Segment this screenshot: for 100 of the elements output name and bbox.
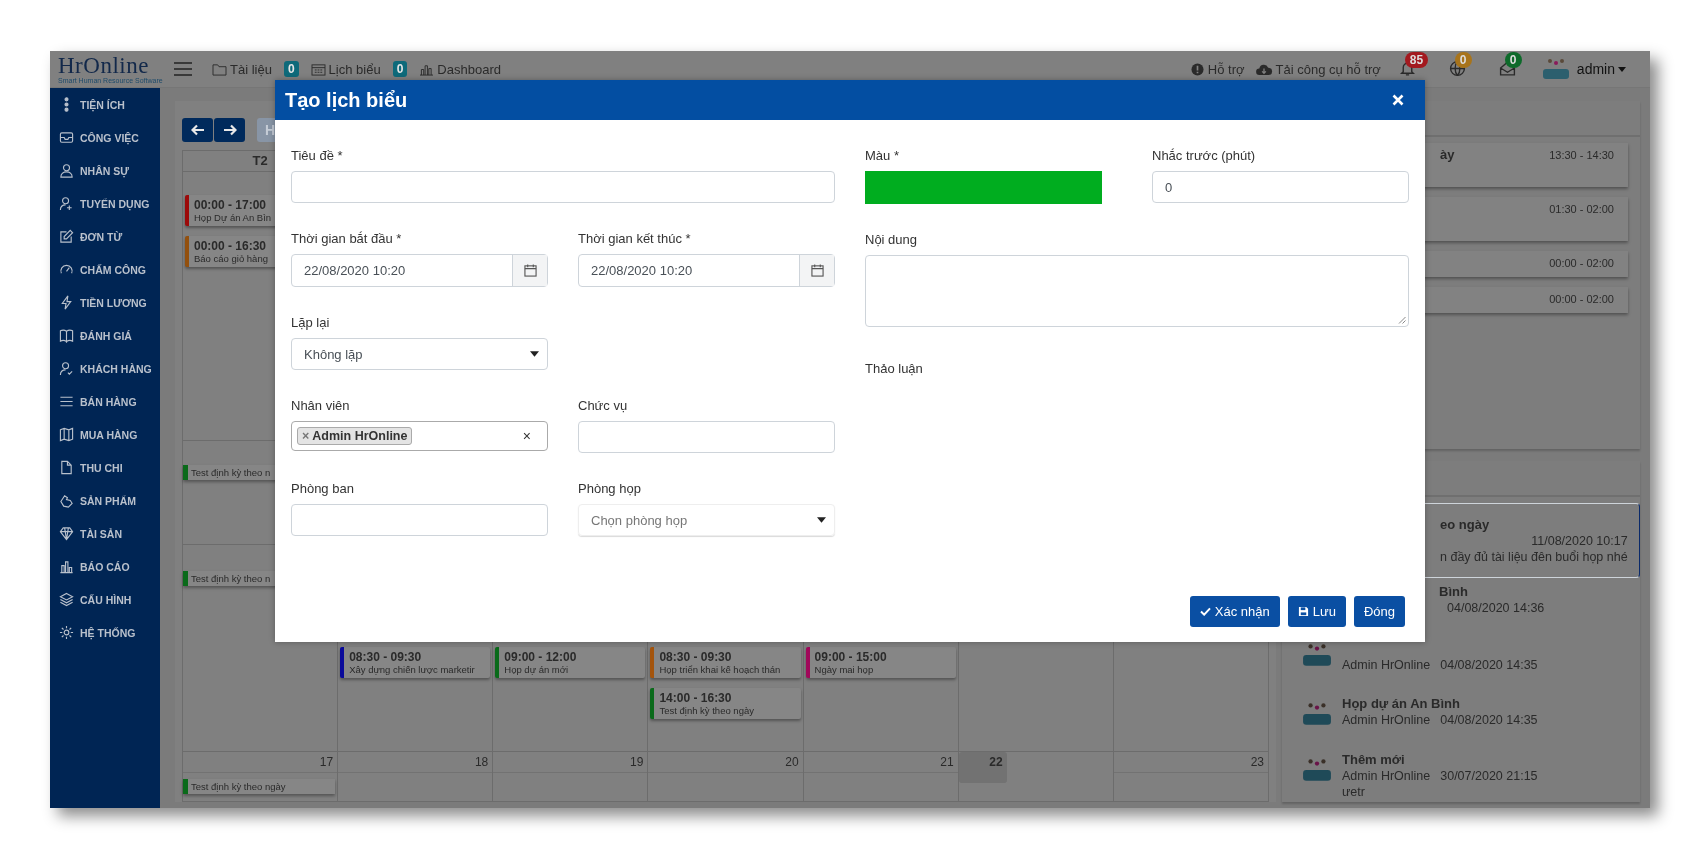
activity-title: Bình xyxy=(1439,584,1469,600)
download-tool-link[interactable]: Tải công cụ hỗ trợ xyxy=(1254,61,1381,77)
activity-date: 30/07/2020 21:15 xyxy=(1440,768,1538,784)
event-time: 00:00 - 17:00 xyxy=(194,198,268,212)
cloud-download-icon xyxy=(1254,62,1273,76)
dialog-title: Tạo lịch biểu xyxy=(285,88,408,112)
support-avatar xyxy=(1302,702,1334,728)
inbox-icon xyxy=(59,130,74,145)
event-time: 14:00 - 16:30 xyxy=(659,691,733,705)
event-title: Test định kỳ theo ngày xyxy=(659,705,755,716)
date-time-field[interactable]: 22/08/2020 10:20 xyxy=(578,254,835,287)
sidebar-item[interactable]: ĐƠN TỪ xyxy=(50,220,160,253)
caret-icon xyxy=(1618,66,1626,72)
calendar-event[interactable]: 09:00 - 12:00 Họp dự án mới xyxy=(495,647,646,678)
calendar-event[interactable]: 08:30 - 09:30 Họp triển khai kế hoạch thán xyxy=(650,647,801,678)
clear-icon[interactable]: × xyxy=(522,428,531,444)
activity-item[interactable]: Thêm mới Admin HrOnline 30/07/2020 21:15 ưetr xyxy=(1282,746,1640,802)
event-title: Báo cáo giỏ hàng xyxy=(194,253,269,264)
activity-item[interactable]: Admin HrOnline 04/08/2020 14:35 xyxy=(1282,634,1640,690)
event-time: 08:30 - 09:30 xyxy=(659,650,733,664)
text-field[interactable]: 0 xyxy=(1152,171,1409,203)
file-icon xyxy=(59,460,74,475)
event-title: Họp Dự án An Bìn xyxy=(194,212,273,223)
previous-button[interactable] xyxy=(182,118,213,142)
day-number: 19 xyxy=(493,752,648,773)
notification-badge: 85 xyxy=(1404,52,1429,68)
close-button[interactable]: Đóng xyxy=(1353,596,1405,627)
all-day-event[interactable]: Test định kỳ theo ngày xyxy=(183,779,336,794)
close-icon[interactable] xyxy=(1392,94,1404,106)
selected-tag[interactable]: × Admin HrOnline xyxy=(297,427,413,445)
sidebar-item[interactable]: BÁO CÁO xyxy=(50,550,160,583)
calendar-icon xyxy=(810,264,824,277)
sidebar-item[interactable]: CÔNG VIỆC xyxy=(50,121,160,154)
calendar-event[interactable]: 08:30 - 09:30 Xây dựng chiến lược marketir xyxy=(340,647,491,678)
activity-message: n đầy đủ tài liệu đên buổi họp nhé xyxy=(1440,548,1628,565)
calendar-event[interactable]: 09:00 - 15:00 Ngày mai họp xyxy=(805,647,956,678)
tag-select-field[interactable]: × Admin HrOnline × xyxy=(291,421,548,451)
calendar-icon xyxy=(310,62,326,76)
layers-icon xyxy=(59,592,74,607)
sidebar-item[interactable]: TIỆN ÍCH xyxy=(50,88,160,121)
event-title: Họp triển khai kế hoạch thán xyxy=(659,664,782,675)
event-title: Ngày mai họp xyxy=(814,664,875,675)
resize-grip-icon xyxy=(1398,316,1406,324)
user-menu[interactable]: admin xyxy=(1576,61,1626,77)
save-button[interactable]: Lưu xyxy=(1287,596,1346,627)
text-field[interactable] xyxy=(578,421,835,453)
select-field[interactable]: Không lặp xyxy=(291,338,548,370)
next-button[interactable] xyxy=(214,118,245,142)
sidebar-item[interactable]: MUA HÀNG xyxy=(50,418,160,451)
confirm-button[interactable]: Xác nhận xyxy=(1189,596,1280,627)
caret-icon xyxy=(817,517,826,523)
sidebar-item[interactable]: TÀI SẢN xyxy=(50,517,160,550)
day-number: 20 xyxy=(648,752,803,773)
nav-link[interactable]: Dashboard xyxy=(419,61,501,77)
select-field[interactable]: Chọn phòng họp xyxy=(578,504,835,536)
sidebar-item[interactable]: NHÂN SỰ xyxy=(50,154,160,187)
sidebar-item[interactable]: HỆ THỐNG xyxy=(50,616,160,649)
sidebar-item[interactable]: THU CHI xyxy=(50,451,160,484)
date-time-field[interactable]: 22/08/2020 10:20 xyxy=(291,254,548,287)
activity-date: 11/08/2020 10:17 xyxy=(1531,532,1628,549)
support-avatar xyxy=(1302,643,1334,669)
field-label: Nội dung xyxy=(865,231,919,248)
activity-date: 04/08/2020 14:35 xyxy=(1440,657,1538,673)
help-link[interactable]: Hỗ trợ xyxy=(1189,61,1245,77)
hand-icon xyxy=(59,493,74,508)
sidebar-item[interactable]: TIỀN LƯƠNG xyxy=(50,286,160,319)
nav-link[interactable]: Tài liệu xyxy=(212,61,272,77)
sidebar-item[interactable]: SẢN PHẨM xyxy=(50,484,160,517)
count-badge: 0 xyxy=(392,61,408,77)
notification-badge: 0 xyxy=(1454,52,1472,68)
schedule-time: 01:30 - 02:00 xyxy=(1549,203,1614,215)
calendar-event[interactable]: 14:00 - 16:30 Test định kỳ theo ngày xyxy=(650,688,801,719)
bolt-icon xyxy=(59,295,74,310)
bar-chart-icon xyxy=(59,559,74,574)
sidebar-item[interactable]: TUYỂN DỤNG xyxy=(50,187,160,220)
field-label: Lặp lại xyxy=(291,314,331,331)
sidebar-item[interactable]: ĐÁNH GIÁ xyxy=(50,319,160,352)
calendar-icon xyxy=(523,264,537,277)
edit-icon xyxy=(59,229,74,244)
color-swatch[interactable] xyxy=(865,171,1102,204)
nav-link[interactable]: Lịch biểu xyxy=(310,61,381,77)
field-label: Chức vụ xyxy=(578,397,629,414)
sidebar-item[interactable]: CHẤM CÔNG xyxy=(50,253,160,286)
sidebar-item[interactable]: KHÁCH HÀNG xyxy=(50,352,160,385)
activity-title: eo ngày xyxy=(1440,516,1491,533)
text-field[interactable] xyxy=(291,171,835,203)
event-time: 09:00 - 15:00 xyxy=(814,650,888,664)
event-title: Xây dựng chiến lược marketir xyxy=(349,664,476,675)
field-label: Phòng ban xyxy=(291,480,355,497)
schedule-title: ày xyxy=(1440,147,1455,164)
text-field[interactable] xyxy=(291,504,548,536)
activity-item[interactable]: Họp dự án An Bình Admin HrOnline 04/08/2020 14:35 xyxy=(1282,690,1640,746)
remove-tag-icon[interactable]: × xyxy=(302,429,310,443)
arrow-left-icon xyxy=(190,124,205,136)
menu-icon[interactable] xyxy=(174,62,192,76)
folder-icon xyxy=(212,62,227,76)
info-icon xyxy=(1189,62,1205,76)
sidebar-item[interactable]: CẤU HÌNH xyxy=(50,583,160,616)
sidebar-item[interactable]: BÁN HÀNG xyxy=(50,385,160,418)
day-number: 23 xyxy=(1113,752,1268,773)
